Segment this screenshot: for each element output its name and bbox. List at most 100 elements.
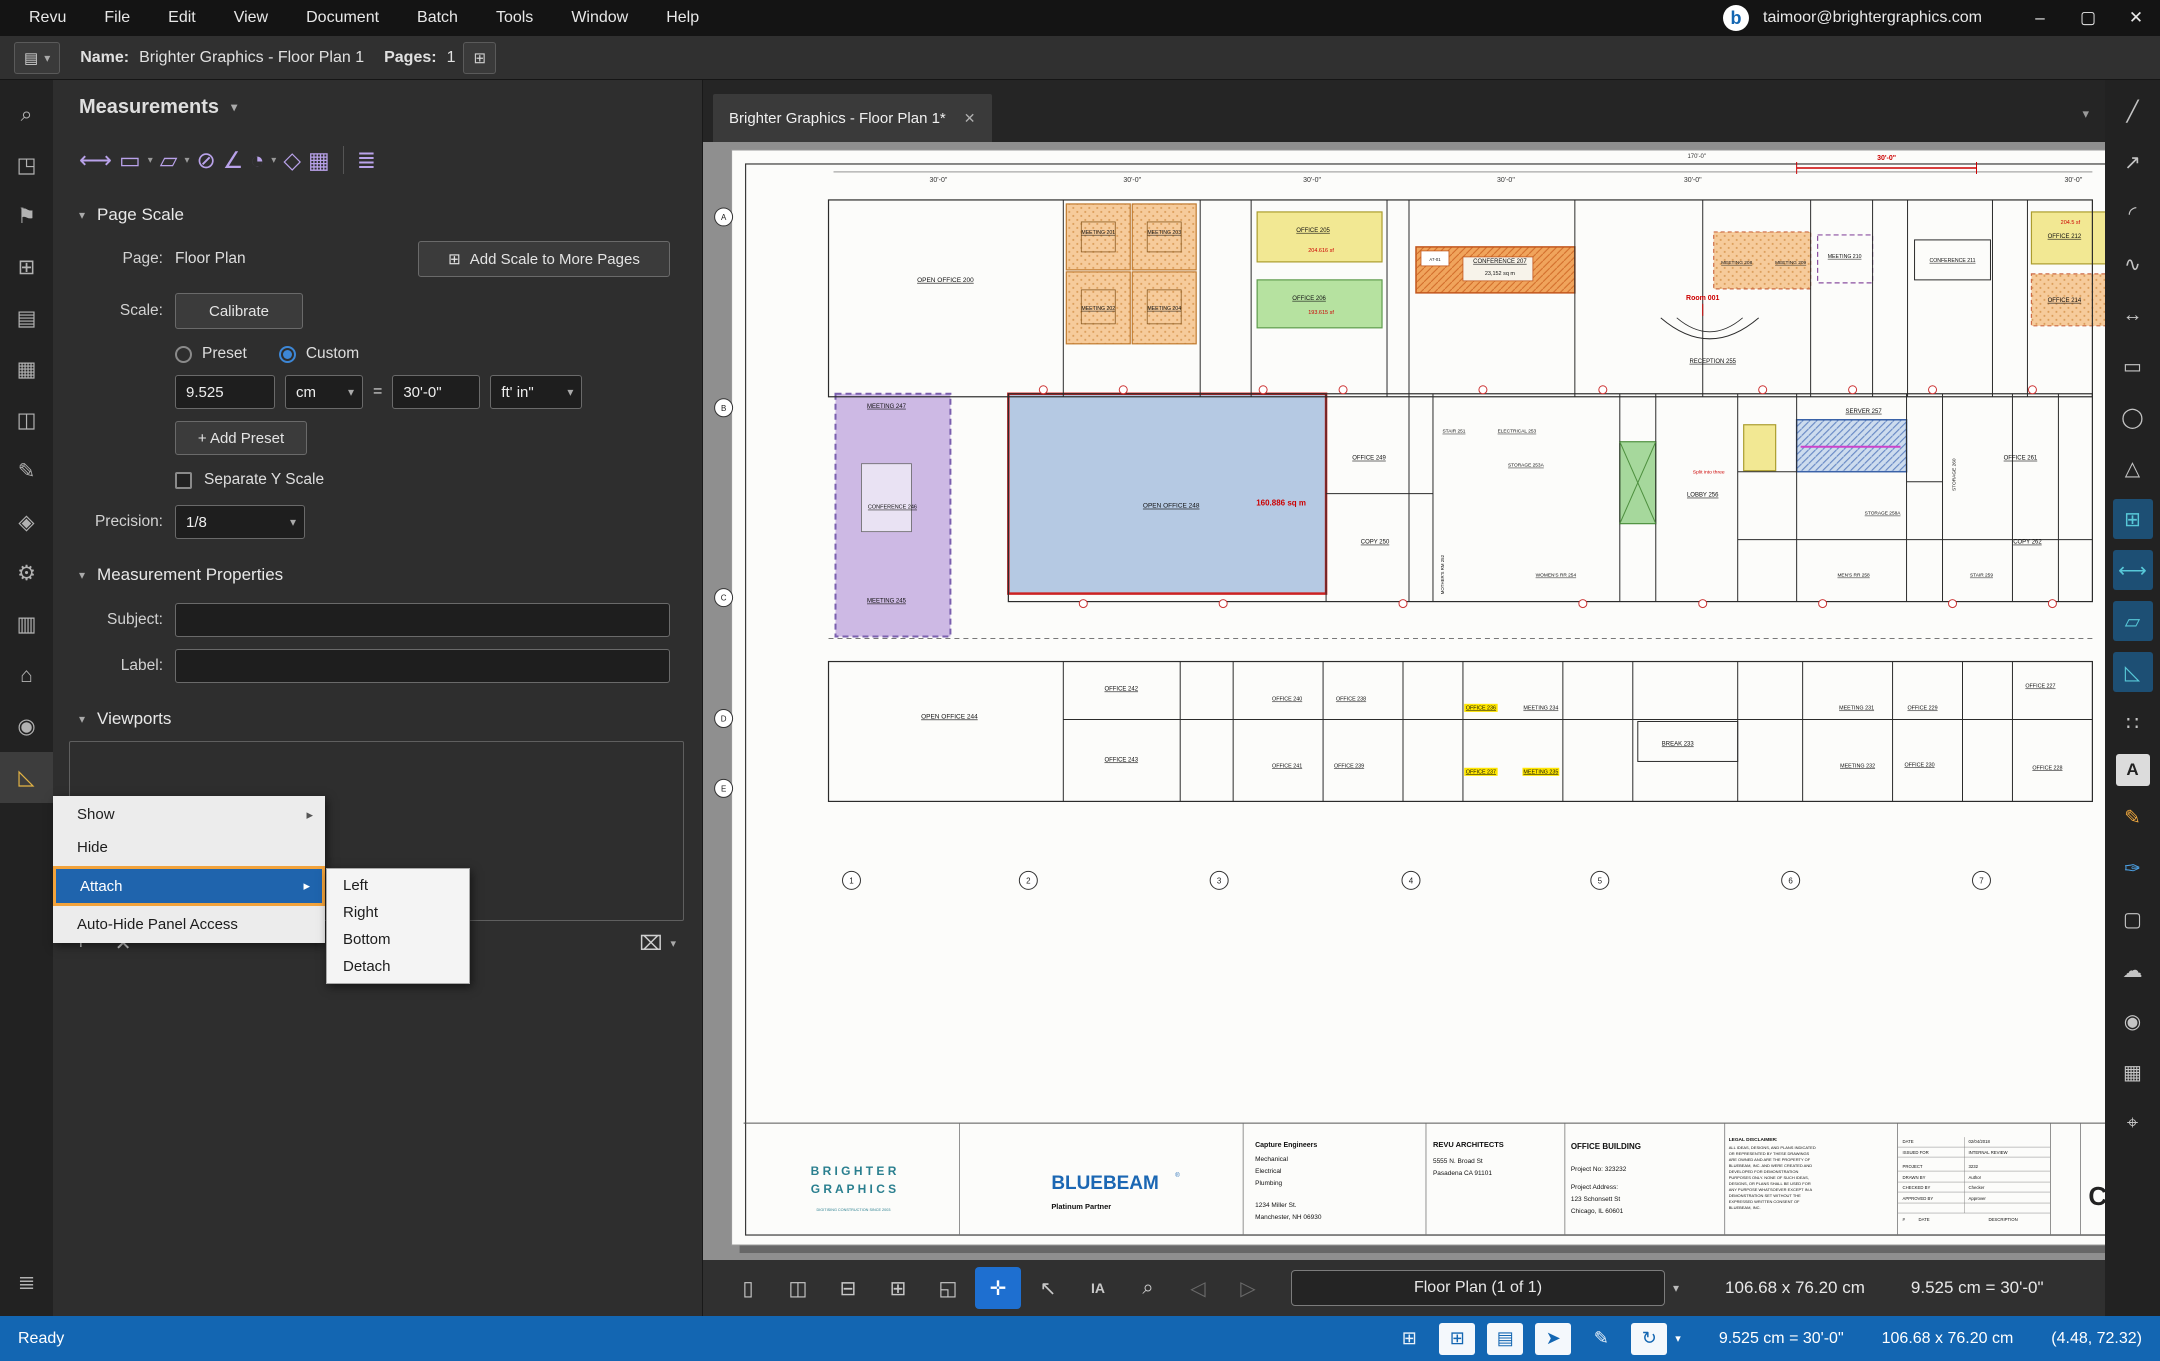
tab-list-chevron-icon[interactable]: ▾	[2082, 106, 2089, 122]
image-tool-icon[interactable]: ▦	[2113, 1052, 2153, 1092]
insert-pages-button[interactable]: ⊞	[463, 42, 496, 74]
drawing-canvas[interactable]: ABCDE123456730'-0"30'-0"30'-0"30'-0"30'-…	[703, 142, 2105, 1260]
count-measurement-icon[interactable]: ∷	[2113, 703, 2153, 743]
snap-content-icon[interactable]: ⊞	[1439, 1323, 1475, 1355]
settings-icon[interactable]: ⚙	[0, 548, 53, 599]
publish-icon[interactable]: ➤	[1535, 1323, 1571, 1355]
markup-list-icon[interactable]: ≣	[0, 1257, 53, 1308]
3d-model-tree-icon[interactable]: ◉	[0, 701, 53, 752]
rectangle-tool-icon[interactable]: ▭	[2113, 346, 2153, 386]
menu-edit[interactable]: Edit	[149, 0, 215, 36]
radius-tool-icon[interactable]: ◔	[250, 147, 264, 174]
document-properties-icon[interactable]: ▤	[1487, 1323, 1523, 1355]
target-unit-select[interactable]: ft' in" ▾	[490, 375, 582, 409]
context-menu-item-attach[interactable]: Attach ▸	[56, 869, 322, 903]
previous-view-icon[interactable]: ◁	[1175, 1267, 1221, 1309]
arc-tool-icon[interactable]: ◜	[2113, 193, 2153, 233]
menu-batch[interactable]: Batch	[398, 0, 477, 36]
page-select[interactable]: Floor Plan (1 of 1)	[1291, 1270, 1665, 1306]
area-measurement-icon[interactable]: ▱	[2113, 601, 2153, 641]
count-tool-icon[interactable]: ▦	[308, 147, 330, 174]
spaces-icon[interactable]: ◫	[0, 395, 53, 446]
preset-radio[interactable]	[175, 346, 192, 363]
submenu-item-bottom[interactable]: Bottom	[327, 926, 469, 953]
add-preset-button[interactable]: + Add Preset	[175, 421, 307, 455]
chevron-down-icon[interactable]: ▾	[231, 100, 237, 114]
thumbnails-icon[interactable]: ⊞	[0, 242, 53, 293]
volume-tool-icon[interactable]: ◇	[283, 147, 301, 174]
calibrate-button[interactable]: Calibrate	[175, 293, 303, 329]
markups-icon[interactable]: ✎	[0, 446, 53, 497]
side-by-side-view-icon[interactable]: ◫	[775, 1267, 821, 1309]
menu-window[interactable]: Window	[552, 0, 647, 36]
chevron-down-icon[interactable]: ▾	[79, 208, 85, 222]
chevron-down-icon[interactable]: ▾	[670, 937, 676, 950]
context-menu-item-show[interactable]: Show ▸	[53, 798, 325, 831]
polylength-tool-icon[interactable]: ▭	[119, 147, 141, 174]
length-tool-icon[interactable]: ⟷	[79, 147, 112, 174]
crosshair-tool-icon[interactable]: ⌖	[2113, 1103, 2153, 1143]
zoom-tool-icon[interactable]: ⌕	[1125, 1267, 1171, 1309]
highlighter-tool-icon[interactable]: ✎	[2113, 797, 2153, 837]
layers-icon[interactable]: ▦	[0, 344, 53, 395]
studio-icon[interactable]: ⌂	[0, 650, 53, 701]
callout-tool-icon[interactable]: ▢	[2113, 899, 2153, 939]
select-text-icon[interactable]: IA	[1075, 1267, 1121, 1309]
menu-revu[interactable]: Revu	[10, 0, 85, 36]
scale-unit-select[interactable]: cm ▾	[285, 375, 363, 409]
properties-icon[interactable]: ▥	[0, 599, 53, 650]
context-menu-item-auto-hide[interactable]: Auto-Hide Panel Access	[53, 908, 325, 941]
reuse-markup-icon[interactable]: ↻	[1631, 1323, 1667, 1355]
context-menu-item-hide[interactable]: Hide	[53, 831, 325, 864]
chevron-down-icon[interactable]: ▾	[79, 712, 85, 726]
multi-window-icon[interactable]: ⊞	[875, 1267, 921, 1309]
arrow-tool-icon[interactable]: ↗	[2113, 142, 2153, 182]
submenu-item-right[interactable]: Right	[327, 899, 469, 926]
target-value-input[interactable]	[392, 375, 480, 409]
polygon-tool-icon[interactable]: △	[2113, 448, 2153, 488]
subject-input[interactable]	[175, 603, 670, 637]
snap-grid-icon[interactable]: ⊞	[1391, 1323, 1427, 1355]
next-view-icon[interactable]: ▷	[1225, 1267, 1271, 1309]
scale-value-input[interactable]	[175, 375, 275, 409]
bookmarks-icon[interactable]: ▤	[0, 293, 53, 344]
ellipse-tool-icon[interactable]: ◯	[2113, 397, 2153, 437]
tab-close-icon[interactable]: ✕	[964, 110, 976, 127]
stamp-tool-icon[interactable]: ◉	[2113, 1001, 2153, 1041]
pan-tool-icon[interactable]: ✛	[975, 1267, 1021, 1309]
submenu-item-detach[interactable]: Detach	[327, 953, 469, 980]
diameter-tool-icon[interactable]: ⊘	[196, 147, 215, 174]
preset-radio-label[interactable]: Preset	[202, 345, 247, 363]
measurements-icon[interactable]: ◺	[0, 752, 53, 803]
custom-radio[interactable]	[279, 346, 296, 363]
chevron-down-icon[interactable]: ▾	[79, 568, 85, 582]
menu-view[interactable]: View	[215, 0, 287, 36]
markup-mode-icon[interactable]: ✎	[1583, 1323, 1619, 1355]
menu-file[interactable]: File	[85, 0, 149, 36]
cloud-tool-icon[interactable]: ☁	[2113, 950, 2153, 990]
custom-radio-label[interactable]: Custom	[306, 345, 359, 363]
search-icon[interactable]: ⌕	[0, 89, 53, 140]
page-menu-button[interactable]: ▤ ▾	[14, 42, 60, 74]
polyline-tool-icon[interactable]: ∿	[2113, 244, 2153, 284]
menu-tools[interactable]: Tools	[477, 0, 552, 36]
tool-chest-icon[interactable]: ◳	[0, 140, 53, 191]
flags-icon[interactable]: ⚑	[0, 191, 53, 242]
pen-tool-icon[interactable]: ✑	[2113, 848, 2153, 888]
minimize-button[interactable]: –	[2016, 0, 2064, 36]
perimeter-measurement-icon[interactable]: ◺	[2113, 652, 2153, 692]
measure-grid-tool-icon[interactable]: ≣	[357, 147, 376, 174]
select-tool-icon[interactable]: ↖	[1025, 1267, 1071, 1309]
angle-tool-icon[interactable]: ∠	[223, 147, 244, 174]
single-page-view-icon[interactable]: ▯	[725, 1267, 771, 1309]
close-button[interactable]: ✕	[2112, 0, 2160, 36]
length-measurement-icon[interactable]: ⟷	[2113, 550, 2153, 590]
fit-page-icon[interactable]: ◱	[925, 1267, 971, 1309]
submenu-item-left[interactable]: Left	[327, 872, 469, 899]
dimension-tool-icon[interactable]: ↔	[2113, 295, 2153, 335]
snapshot-tool-icon[interactable]: ⊞	[2113, 499, 2153, 539]
menu-document[interactable]: Document	[287, 0, 398, 36]
line-tool-icon[interactable]: ╱	[2113, 91, 2153, 131]
label-input[interactable]	[175, 649, 670, 683]
trash-icon[interactable]: ⌧	[639, 931, 662, 956]
